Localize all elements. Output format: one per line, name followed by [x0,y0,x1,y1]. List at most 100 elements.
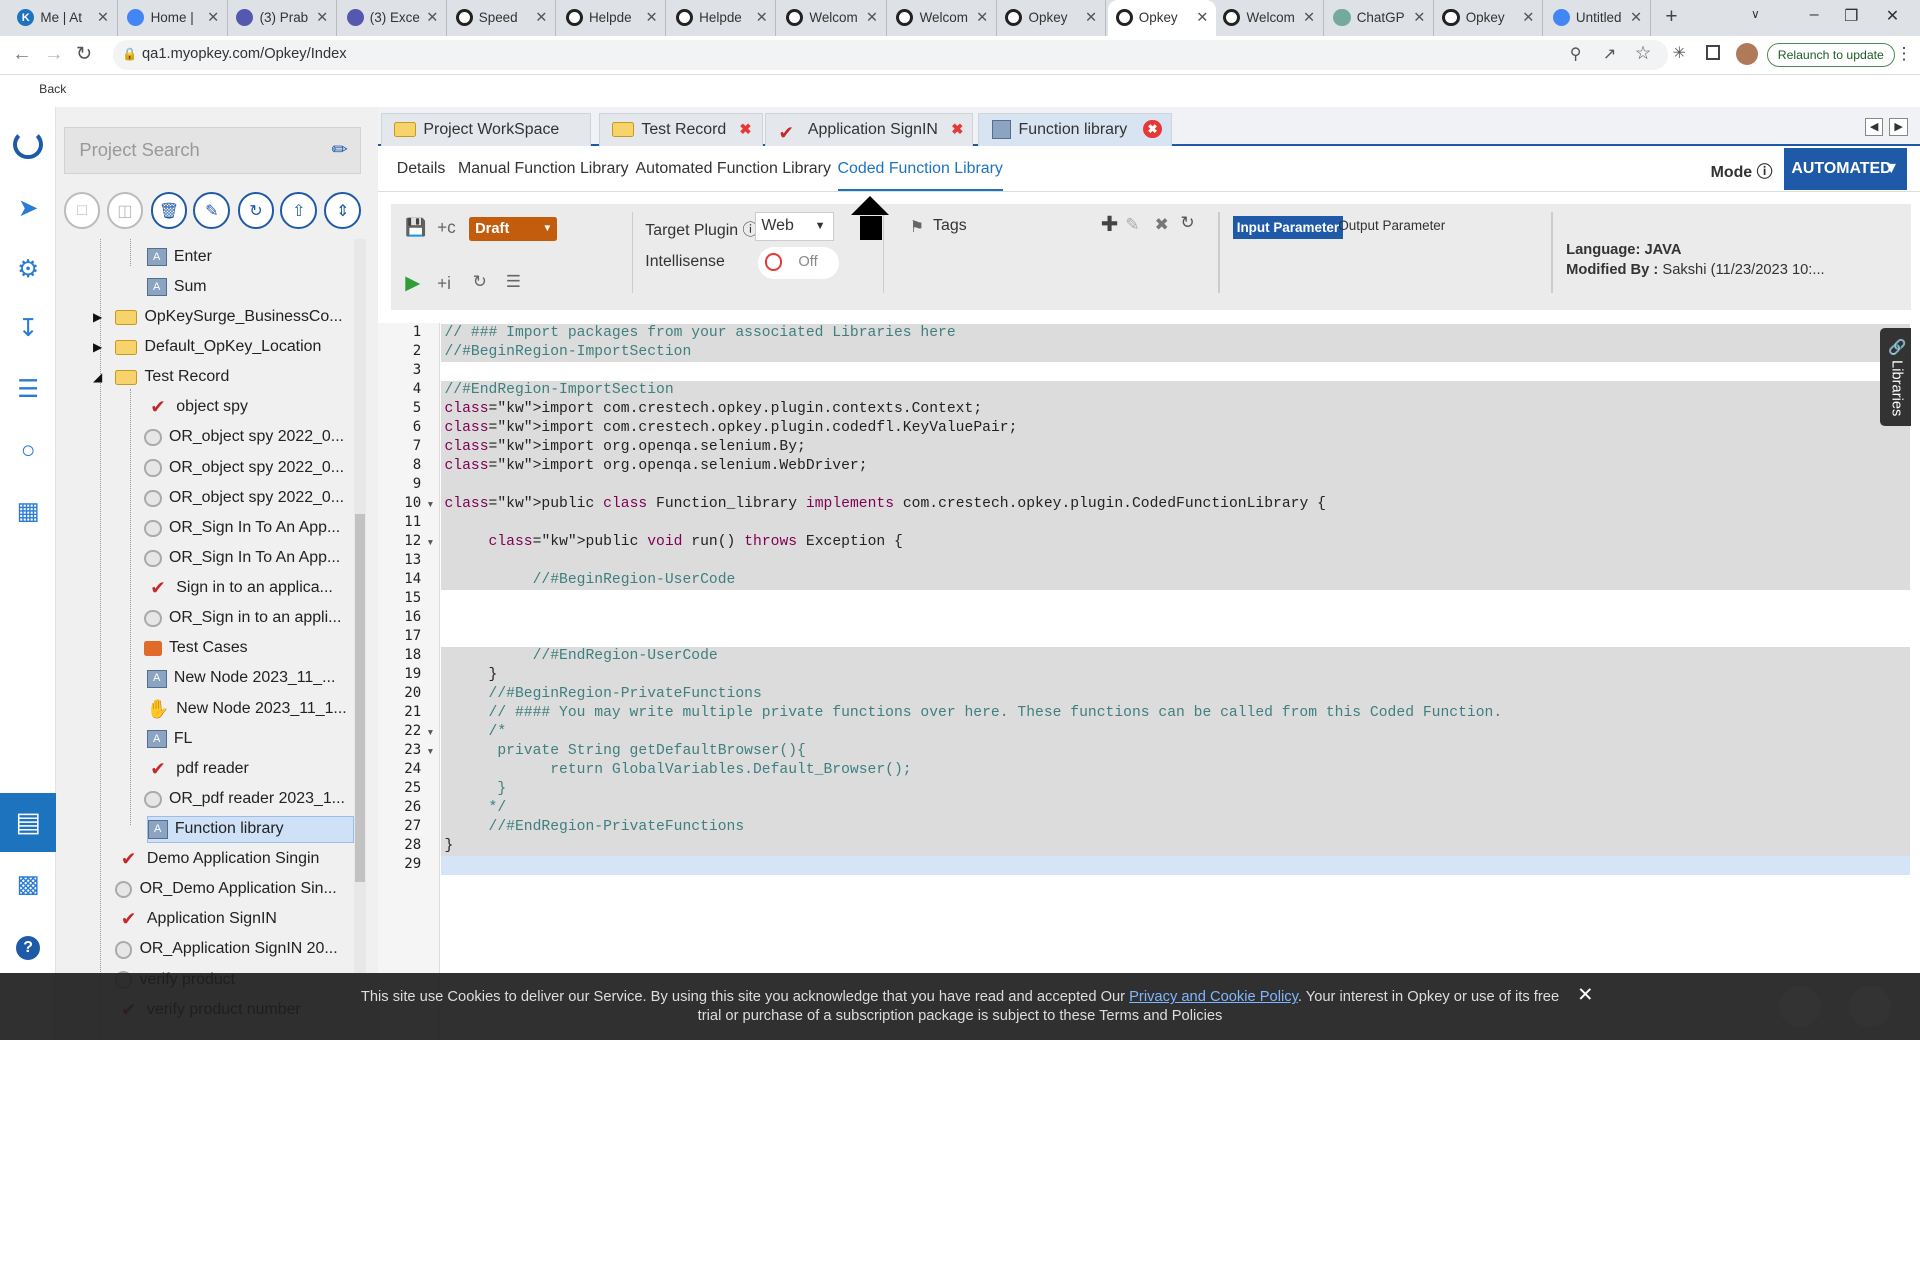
tree-node[interactable]: A FL [146,726,192,753]
close-tab-icon[interactable]: ✕ [1085,9,1097,26]
code-line[interactable] [440,855,1911,875]
tree-node[interactable]: OR_Sign In To An App... [144,545,340,572]
tree-node[interactable]: OR_object spy 2022_0... [144,485,344,512]
list-icon[interactable]: ☰ [12,373,44,405]
close-tab-icon[interactable]: ✕ [97,9,109,26]
code-line[interactable] [441,628,1910,647]
open-folder-icon[interactable]: ◫ [106,192,144,229]
delete-icon[interactable]: 🗑 [150,192,188,229]
tree-node[interactable]: A Enter [146,244,212,271]
bookmark-star-icon[interactable]: ☆ [1635,42,1651,64]
browser-tab[interactable]: Helpde ✕ [558,0,667,36]
tab-function-library[interactable]: Function library ✖ [978,112,1172,146]
close-cookie-icon[interactable]: ✕ [1577,985,1593,1005]
close-tab-icon[interactable]: ✖ [951,121,963,138]
tab-automated-function-library[interactable]: Automated Function Library [636,160,831,178]
report-icon[interactable]: ▩ [12,868,44,900]
code-line[interactable]: } [440,666,1911,686]
browser-tab[interactable]: Welcom ✕ [889,0,997,36]
tree-node[interactable]: Test Cases [144,635,248,662]
tree-node[interactable]: A Sum [146,274,207,301]
close-window-icon[interactable]: ✕ [1886,6,1899,26]
tree-node[interactable]: OR_object spy 2022_0... [144,424,344,451]
share-icon[interactable]: ↗ [1603,44,1616,64]
code-line[interactable] [441,609,1910,628]
tab-left-arrow-icon[interactable]: ◀ [1864,117,1884,136]
fold-arrow-icon[interactable]: ▼ [426,499,434,509]
restore-icon[interactable]: ❐ [1844,6,1858,26]
browser-tab[interactable]: Opkey ✕ [1108,0,1216,36]
tree-node[interactable]: A Function library [146,815,354,843]
close-tab-icon[interactable]: ✕ [207,9,219,26]
code-line[interactable] [440,476,1911,496]
profile-avatar[interactable] [1736,42,1759,65]
sort-icon[interactable]: ⇕ [324,192,362,229]
info-fab-icon[interactable] [1779,985,1821,1028]
browser-tab[interactable]: Opkey ✕ [998,0,1106,36]
close-tab-icon[interactable]: ✕ [1196,9,1208,26]
tab-application-signin[interactable]: ✔ Application SignIN ✖ [765,112,974,146]
tree-node[interactable]: OR_Sign In To An App... [144,515,340,542]
add-c-icon[interactable]: +c [437,217,456,238]
settings-icon[interactable]: ⚙ [12,253,44,285]
close-tab-icon[interactable]: ✕ [316,9,328,26]
close-tab-icon[interactable]: ✕ [756,9,768,26]
minimize-icon[interactable]: – [1810,6,1819,24]
tree-node[interactable]: ✔ Sign in to an applica... [147,575,333,602]
browser-tab[interactable]: Opkey ✕ [1435,0,1543,36]
tree-node[interactable]: OR_pdf reader 2023_1... [144,786,345,813]
delete-tag-icon[interactable]: ✖ [1155,214,1169,235]
tab-details[interactable]: Details [397,160,446,178]
back-arrow-icon[interactable]: ← [12,43,32,66]
privacy-policy-link[interactable]: Privacy and Cookie Policy [1129,989,1298,1005]
add-input-icon[interactable]: +i [437,273,451,294]
help-icon[interactable]: ? [12,932,44,964]
browser-tab[interactable]: Untitled ✕ [1545,0,1651,36]
new-tab-icon[interactable]: + [1665,5,1677,29]
code-line[interactable]: class="kw">import org.openqa.selenium.We… [440,457,1911,477]
new-file-icon[interactable]: □ [63,192,101,229]
code-line[interactable]: class="kw">import org.openqa.selenium.By… [440,438,1911,458]
eraser-icon[interactable]: ✏ [332,128,348,172]
code-line[interactable]: class="kw">import com.crestech.opkey.plu… [440,419,1911,439]
forward-arrow-icon[interactable]: → [44,43,64,66]
tree-node[interactable]: ✋ New Node 2023_11_1... [147,696,347,723]
save-icon[interactable]: 💾 [405,217,426,238]
workspace-icon[interactable]: ▤ [0,793,67,853]
close-tab-icon[interactable]: ✕ [426,9,438,26]
tools-fab-icon[interactable] [1848,985,1891,1028]
tab-manual-function-library[interactable]: Manual Function Library [458,160,629,178]
reload-icon[interactable]: ↻ [76,42,92,66]
browser-tab[interactable]: Welcom ✕ [1216,0,1324,36]
code-line[interactable]: //#EndRegion-UserCode [440,647,1911,667]
upload-icon[interactable]: ⇧ [280,192,318,229]
libraries-side-tab[interactable]: 🔗 Libraries [1879,328,1912,427]
expanded-arrow-icon[interactable]: ◢ [93,364,102,391]
code-line[interactable]: // ### Import packages from your associa… [440,324,1911,344]
tree-node[interactable]: OR_Sign in to an appli... [144,605,341,632]
tree-node[interactable]: A New Node 2023_11_... [146,665,335,692]
browser-tab[interactable]: (3) Prab ✕ [229,0,337,36]
extensions-icon[interactable]: ✳ [1673,43,1686,63]
close-tab-icon[interactable]: ✕ [645,9,657,26]
code-line[interactable] [441,362,1910,381]
tree-scroll-thumb[interactable] [355,514,365,882]
close-tab-icon[interactable]: ✖ [739,121,751,138]
edit-tag-icon[interactable]: ✎ [1125,214,1139,235]
tab-test-record[interactable]: Test Record ✖ [598,112,763,146]
run-play-icon[interactable]: ▶ [405,271,420,295]
tree-node[interactable]: ▶ OpKeySurge_BusinessCo... [93,304,342,331]
browser-menu-icon[interactable]: ⋮ [1896,43,1913,64]
collapsed-arrow-icon[interactable]: ▶ [93,334,102,361]
code-line[interactable]: class="kw">public class Function_library… [440,495,1911,515]
browser-tab[interactable]: ChatGP ✕ [1326,0,1434,36]
collapsed-arrow-icon[interactable]: ▶ [93,304,102,331]
close-tab-icon[interactable]: ✖ [1143,119,1162,139]
close-tab-icon[interactable]: ✕ [1303,9,1315,26]
browser-tab[interactable]: Helpde ✕ [669,0,777,36]
opkey-logo-icon[interactable] [12,129,44,161]
tab-coded-function-library[interactable]: Coded Function Library [837,160,1003,192]
input-parameter-tab[interactable]: Input Parameter [1233,215,1343,239]
close-tab-icon[interactable]: ✕ [866,9,878,26]
zoom-icon[interactable]: ⚲ [1570,44,1582,64]
